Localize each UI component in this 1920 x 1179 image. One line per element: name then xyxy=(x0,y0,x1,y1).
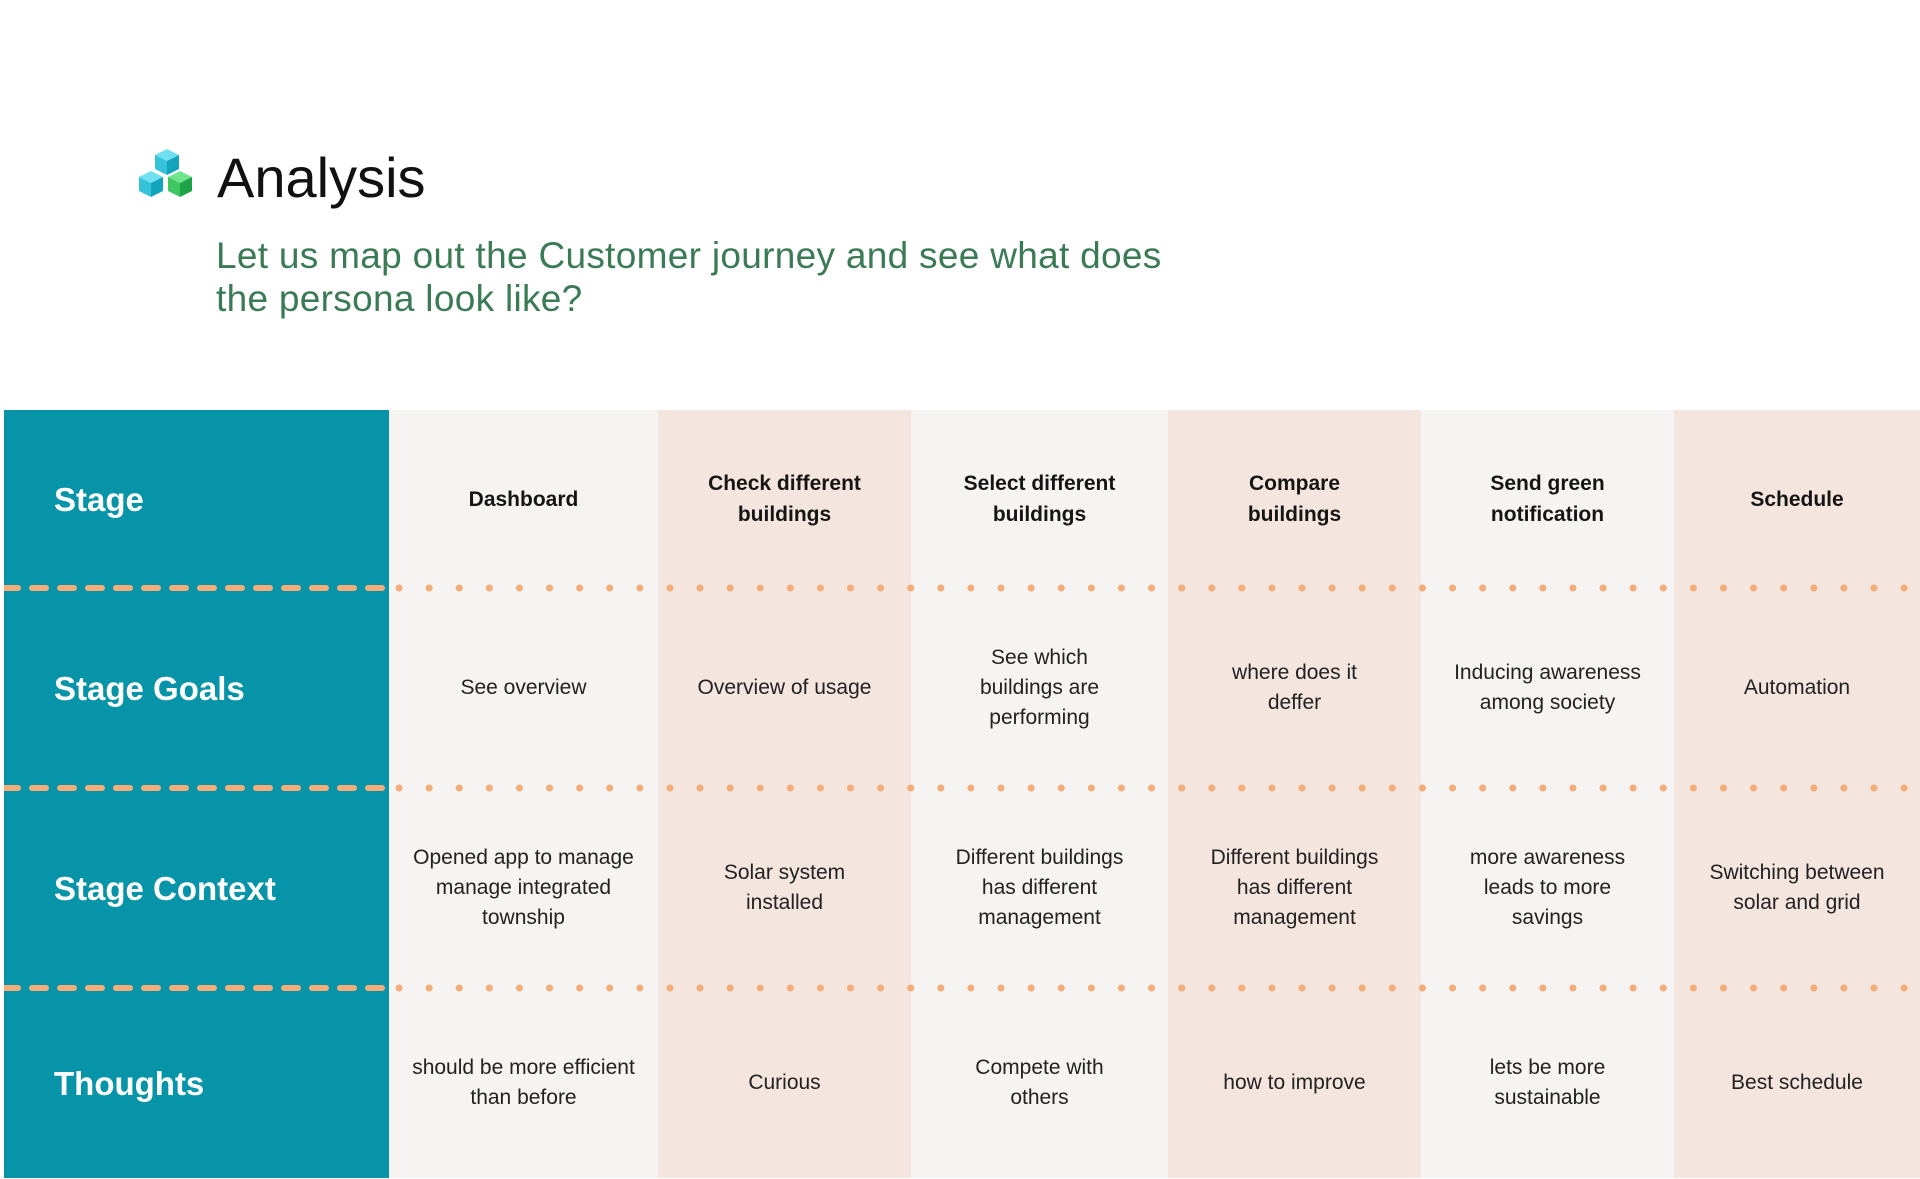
stage-goal: Inducing awareness among society xyxy=(1454,661,1641,714)
stage-thought: should be more efficient than before xyxy=(412,1056,635,1109)
stage-goal: See overview xyxy=(460,676,587,699)
stage-context: Different buildings has different manage… xyxy=(955,846,1124,929)
stage-thought: Compete with others xyxy=(975,1056,1104,1109)
stage-column-3: Select different buildings See which bui… xyxy=(911,410,1168,1178)
stage-thought: Best schedule xyxy=(1731,1071,1863,1094)
row-label-stage: Stage xyxy=(54,480,144,518)
stage-column-2: Check different buildings Overview of us… xyxy=(658,410,911,1178)
stage-column-6: Schedule Automation Switching between so… xyxy=(1674,410,1920,1178)
stage-title: Schedule xyxy=(1750,487,1844,511)
stage-title: Dashboard xyxy=(468,487,579,511)
stage-goal: where does it deffer xyxy=(1232,661,1357,714)
stage-context: Opened app to manage manage integrated t… xyxy=(413,846,634,929)
row-label-stage-context: Stage Context xyxy=(54,869,276,907)
page-subtitle: Let us map out the Customer journey and … xyxy=(216,235,1162,319)
row-label-column: Stage Stage Goals Stage Context Thoughts xyxy=(4,410,389,1178)
row-label-stage-goals: Stage Goals xyxy=(54,669,245,707)
stage-context: Different buildings has different manage… xyxy=(1210,846,1379,929)
stage-column-1: Dashboard See overview Opened app to man… xyxy=(389,410,658,1178)
stage-context: Solar system installed xyxy=(723,861,846,914)
stage-column-5: Send green notification Inducing awarene… xyxy=(1421,410,1674,1178)
stage-goal: See which buildings are performing xyxy=(979,646,1100,729)
stage-title: Send green notification xyxy=(1490,472,1605,526)
stacked-cubes-icon xyxy=(139,149,192,197)
stage-column-4: Compare buildings where does it deffer D… xyxy=(1168,410,1421,1178)
row-label-thoughts: Thoughts xyxy=(54,1064,205,1102)
stage-thought: lets be more sustainable xyxy=(1489,1056,1606,1109)
stage-goal: Overview of usage xyxy=(697,676,872,699)
stage-context: more awareness leads to more savings xyxy=(1469,846,1626,929)
stage-title: Compare buildings xyxy=(1247,472,1342,526)
stage-thought: how to improve xyxy=(1223,1071,1366,1094)
stage-goal: Automation xyxy=(1743,676,1851,699)
stage-thought: Curious xyxy=(748,1071,821,1094)
stage-title: Check different buildings xyxy=(708,472,861,526)
stage-title: Select different buildings xyxy=(963,472,1116,526)
customer-journey-map: Stage Stage Goals Stage Context Thoughts… xyxy=(4,410,1920,1178)
page-title: Analysis xyxy=(217,146,426,209)
stage-context: Switching between solar and grid xyxy=(1709,861,1885,914)
